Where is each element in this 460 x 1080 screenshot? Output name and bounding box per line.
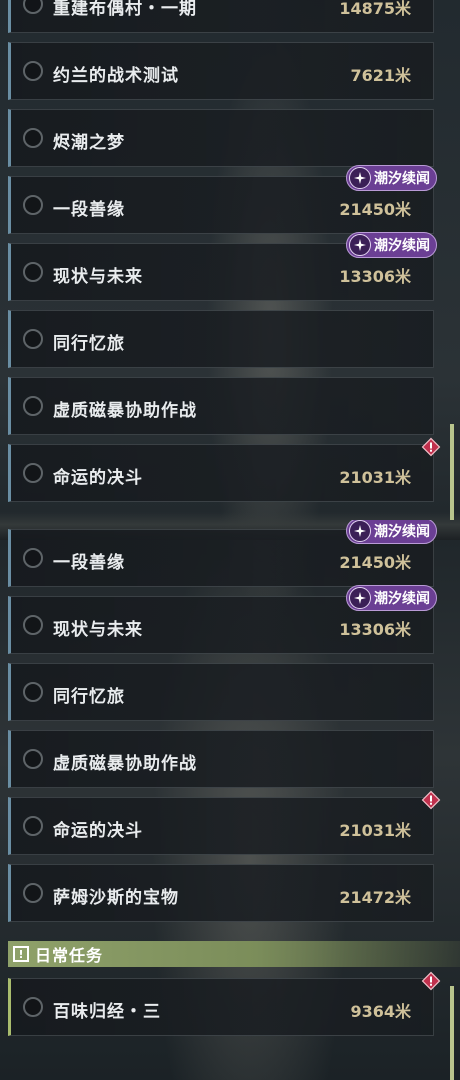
quest-track-radio[interactable] [23, 682, 43, 702]
tide-story-badge: 潮汐续闻 [346, 232, 437, 258]
quest-track-radio[interactable] [23, 262, 43, 282]
quest-row[interactable]: 命运的决斗 21031米 [8, 437, 441, 502]
alert-diamond-icon [421, 790, 441, 810]
tide-story-badge: 潮汐续闻 [346, 585, 437, 611]
quest-distance: 13306米 [339, 267, 411, 286]
quest-row[interactable]: 同行忆旅 [8, 663, 434, 721]
quest-track-radio[interactable] [23, 195, 43, 215]
quest-title: 现状与未来 [53, 267, 143, 287]
badge-label: 潮汐续闻 [374, 591, 430, 607]
quest-distance: 13306米 [339, 620, 411, 639]
quest-row[interactable]: 一段善缘 21450米 潮汐续闻 [8, 520, 437, 587]
quest-distance: 9364米 [350, 1002, 411, 1021]
quest-distance: 14875米 [339, 0, 411, 18]
quest-title: 虚质磁暴协助作战 [53, 401, 197, 421]
alert-diamond-icon [421, 437, 441, 457]
quest-title: 命运的决斗 [53, 468, 143, 488]
quest-row[interactable]: 一段善缘 21450米 潮汐续闻 [8, 165, 437, 234]
quest-track-radio[interactable] [23, 329, 43, 349]
quest-track-radio[interactable] [23, 615, 43, 635]
quest-track-radio[interactable] [23, 548, 43, 568]
quest-track-radio[interactable] [23, 61, 43, 81]
quest-row[interactable]: 现状与未来 13306米 潮汐续闻 [8, 232, 437, 301]
quest-title: 萨姆沙斯的宝物 [53, 888, 179, 908]
quest-title: 百味归经・三 [53, 1002, 161, 1022]
quest-row[interactable]: 烬潮之梦 [8, 109, 434, 167]
sparkle-icon [349, 234, 371, 256]
daily-quests-header[interactable]: ! 日常任务 [8, 941, 460, 967]
badge-label: 潮汐续闻 [374, 238, 430, 254]
quest-title: 烬潮之梦 [53, 133, 125, 153]
quest-distance: 7621米 [350, 66, 411, 85]
quest-title: 同行忆旅 [53, 687, 125, 707]
exclamation-square-icon: ! [13, 946, 29, 962]
quest-row[interactable]: 命运的决斗 21031米 [8, 790, 441, 855]
quest-track-radio[interactable] [23, 749, 43, 769]
sparkle-icon [349, 587, 371, 609]
scrollbar-thumb-top[interactable] [450, 424, 454, 520]
quest-track-radio[interactable] [23, 463, 43, 483]
quest-track-radio[interactable] [23, 128, 43, 148]
quest-list-top[interactable]: 重建布偶村・一期 14875米约兰的战术测试 7621米烬潮之梦一段善缘 21450米… [0, 0, 460, 520]
badge-label: 潮汐续闻 [374, 524, 430, 540]
quest-title: 命运的决斗 [53, 821, 143, 841]
tide-story-badge: 潮汐续闻 [346, 165, 437, 191]
quest-title: 虚质磁暴协助作战 [53, 754, 197, 774]
quest-row[interactable]: 百味归经・三 9364米 [8, 971, 441, 1036]
tide-story-badge: 潮汐续闻 [346, 520, 437, 544]
quest-track-radio[interactable] [23, 997, 43, 1017]
quest-track-radio[interactable] [23, 396, 43, 416]
quest-distance: 21031米 [339, 468, 411, 487]
sparkle-icon [349, 167, 371, 189]
quest-title: 一段善缘 [53, 200, 125, 220]
quest-row[interactable]: 虚质磁暴协助作战 [8, 377, 434, 435]
quest-title: 一段善缘 [53, 553, 125, 573]
quest-distance: 21031米 [339, 821, 411, 840]
quest-track-radio[interactable] [23, 816, 43, 836]
quest-row[interactable]: 萨姆沙斯的宝物 21472米 [8, 864, 434, 922]
quest-row[interactable]: 重建布偶村・一期 14875米 [8, 0, 434, 33]
quest-row[interactable]: 同行忆旅 [8, 310, 434, 368]
quest-title: 约兰的战术测试 [53, 66, 179, 86]
badge-label: 潮汐续闻 [374, 171, 430, 187]
quest-row[interactable]: 现状与未来 13306米 潮汐续闻 [8, 585, 437, 654]
quest-row[interactable]: 约兰的战术测试 7621米 [8, 42, 434, 100]
quest-row[interactable]: 虚质磁暴协助作战 [8, 730, 434, 788]
quest-distance: 21450米 [339, 200, 411, 219]
quest-track-radio[interactable] [23, 0, 43, 14]
quest-track-radio[interactable] [23, 883, 43, 903]
scrollbar-thumb-bottom[interactable] [450, 986, 454, 1080]
quest-distance: 21450米 [339, 553, 411, 572]
quest-title: 重建布偶村・一期 [53, 0, 197, 19]
quest-title: 现状与未来 [53, 620, 143, 640]
alert-diamond-icon [421, 971, 441, 991]
sparkle-icon [349, 520, 371, 542]
quest-distance: 21472米 [339, 888, 411, 907]
daily-quests-title: 日常任务 [35, 946, 104, 965]
quest-title: 同行忆旅 [53, 334, 125, 354]
